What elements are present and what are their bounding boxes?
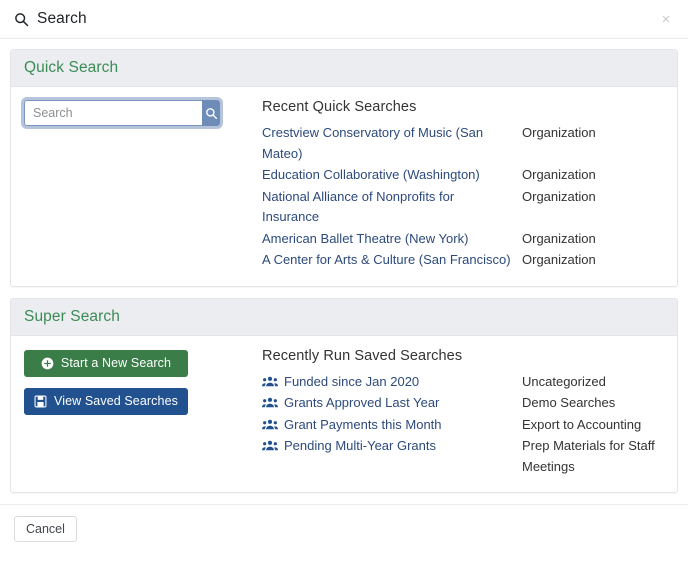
quick-search-title: Quick Search [24,59,119,76]
close-icon[interactable]: × [655,9,677,31]
quick-search-input-group [24,100,220,126]
modal-title: Search [14,10,87,28]
users-icon [262,440,278,451]
recent-search-type: Organization [522,167,596,182]
recent-quick-searches-column: Recent Quick Searches Crestview Conserva… [242,99,664,272]
saved-search-name-cell: Pending Multi-Year Grants [262,436,522,457]
quick-search-panel-heading: Quick Search [11,50,677,87]
recent-search-name-cell: A Center for Arts & Culture (San Francis… [262,250,522,271]
list-item: Funded since Jan 2020 Uncategorized [262,372,664,393]
users-icon [262,397,278,408]
search-submit-button[interactable] [202,100,220,126]
search-icon [205,107,218,120]
list-item: Crestview Conservatory of Music (San Mat… [262,123,664,164]
recent-search-name-cell: American Ballet Theatre (New York) [262,229,522,250]
search-input[interactable] [24,100,202,126]
saved-search-link[interactable]: Grants Approved Last Year [284,393,439,414]
recent-search-link[interactable]: National Alliance of Nonprofits for Insu… [262,189,454,225]
cancel-button[interactable]: Cancel [14,516,77,542]
recent-search-link[interactable]: Crestview Conservatory of Music (San Mat… [262,125,483,161]
list-item: Education Collaborative (Washington) Org… [262,165,664,186]
recently-run-saved-searches-column: Recently Run Saved Searches Funded since… [242,348,664,479]
quick-search-panel-body: Recent Quick Searches Crestview Conserva… [11,87,677,286]
users-icon [262,376,278,387]
list-item: National Alliance of Nonprofits for Insu… [262,187,664,228]
recent-search-type: Organization [522,188,596,204]
list-item: Grants Approved Last Year Demo Searches [262,393,664,414]
list-item: Pending Multi-Year Grants Prep Materials… [262,436,664,477]
save-icon [34,395,47,408]
super-search-left-column: Start a New Search View Saved Searches [24,348,242,415]
saved-search-name-cell: Grant Payments this Month [262,415,522,436]
recent-search-name-cell: Crestview Conservatory of Music (San Mat… [262,123,522,164]
saved-search-category: Demo Searches [522,395,616,410]
modal-body: Quick Search Recen [0,39,688,493]
quick-search-panel: Quick Search Recen [10,49,678,287]
saved-search-name-cell: Funded since Jan 2020 [262,372,522,393]
saved-search-name-cell: Grants Approved Last Year [262,393,522,414]
view-saved-searches-label: View Saved Searches [54,394,178,408]
saved-search-link[interactable]: Pending Multi-Year Grants [284,436,436,457]
start-new-search-button[interactable]: Start a New Search [24,349,188,377]
users-icon [262,419,278,430]
saved-search-category: Uncategorized [522,373,606,389]
recently-run-saved-searches-heading: Recently Run Saved Searches [262,347,463,364]
modal-footer: Cancel [0,504,688,553]
list-item: A Center for Arts & Culture (San Francis… [262,250,664,271]
recent-search-link[interactable]: American Ballet Theatre (New York) [262,231,468,246]
recent-quick-searches-heading: Recent Quick Searches [262,99,417,115]
recent-search-type: Organization [522,230,596,246]
super-search-panel-heading: Super Search [11,298,677,336]
saved-search-link[interactable]: Grant Payments this Month [284,415,442,436]
recent-search-name-cell: Education Collaborative (Washington) [262,165,522,186]
recent-search-link[interactable]: A Center for Arts & Culture (San Francis… [262,252,511,267]
list-item: Grant Payments this Month Export to Acco… [262,415,664,436]
super-search-panel: Super Search Start a New Search View Sav… [10,297,678,493]
modal-header: Search × [0,0,688,39]
quick-search-left-column [24,99,242,126]
view-saved-searches-button[interactable]: View Saved Searches [24,387,188,415]
recent-search-type: Organization [522,252,596,267]
saved-search-link[interactable]: Funded since Jan 2020 [284,372,419,393]
saved-search-category: Prep Materials for Staff Meetings [522,438,655,474]
page-title: Search [37,10,87,27]
recent-search-type: Organization [522,125,596,140]
super-search-panel-body: Start a New Search View Saved Searches R… [11,336,677,493]
plus-circle-icon [41,357,54,370]
saved-search-category: Export to Accounting [522,416,642,432]
start-new-search-label: Start a New Search [60,356,172,370]
recent-search-name-cell: National Alliance of Nonprofits for Insu… [262,187,522,228]
recent-search-link[interactable]: Education Collaborative (Washington) [262,167,480,182]
search-icon [14,12,29,27]
super-search-title: Super Search [24,307,120,325]
super-search-button-stack: Start a New Search View Saved Searches [24,349,242,415]
list-item: American Ballet Theatre (New York) Organ… [262,229,664,250]
